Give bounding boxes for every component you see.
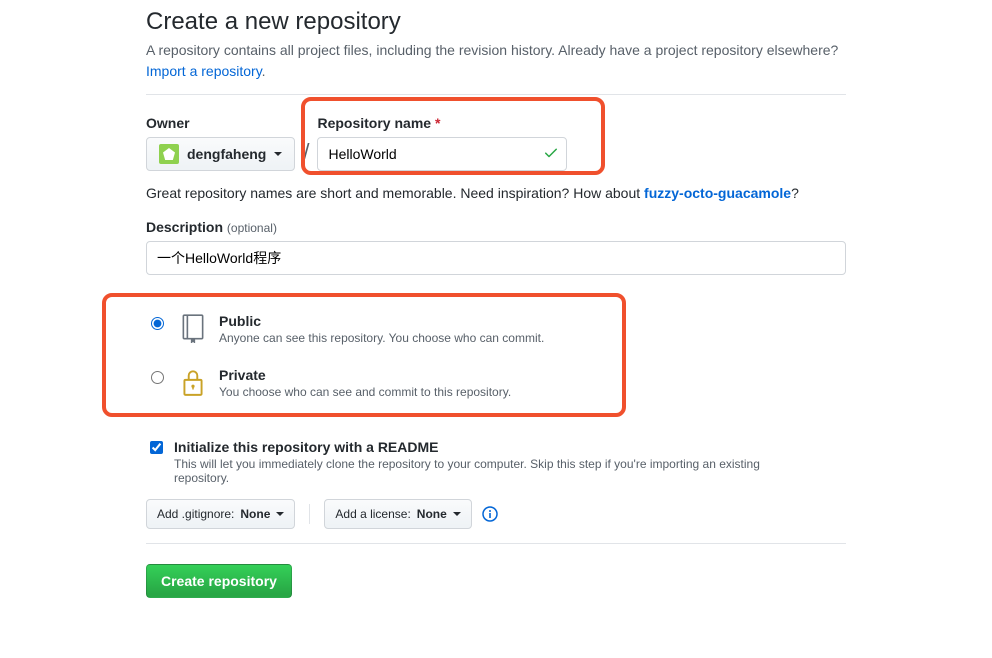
info-icon[interactable] [482,506,498,522]
license-button[interactable]: Add a license: None [324,499,471,529]
repo-name-field: Repository name * [317,115,567,171]
init-readme-sub: This will let you immediately clone the … [174,457,814,485]
owner-select-button[interactable]: dengfaheng [146,137,295,171]
visibility-private-row[interactable]: Private You choose who can see and commi… [146,361,846,415]
owner-label: Owner [146,115,295,131]
gitignore-button[interactable]: Add .gitignore: None [146,499,295,529]
init-readme-text: Initialize this repository with a README… [174,439,814,485]
owner-name-row: Owner dengfaheng / Repository name * [146,115,846,171]
gitignore-value: None [240,507,270,521]
gitignore-prefix: Add .gitignore: [157,507,234,521]
create-repo-form: Create a new repository A repository con… [146,0,846,638]
name-hint: Great repository names are short and mem… [146,185,846,201]
visibility-block: Public Anyone can see this repository. Y… [146,307,846,415]
repo-name-input-wrap [317,137,567,171]
repo-name-label: Repository name * [317,115,567,131]
required-star-icon: * [435,115,440,131]
public-text: Public Anyone can see this repository. Y… [219,313,544,345]
init-readme-checkbox[interactable] [150,441,163,454]
separator-slash: / [303,139,309,165]
visibility-public-row[interactable]: Public Anyone can see this repository. Y… [146,307,846,361]
repo-name-input[interactable] [317,137,567,171]
page-subhead: A repository contains all project files,… [146,40,846,82]
lock-icon [179,367,207,397]
divider [146,543,846,544]
optional-label: (optional) [227,221,277,235]
license-prefix: Add a license: [335,507,410,521]
suggestion-link[interactable]: fuzzy-octo-guacamole [644,185,791,201]
divider [309,504,310,524]
public-radio[interactable] [151,317,164,330]
private-radio[interactable] [151,371,164,384]
repo-icon [179,313,207,343]
private-title: Private [219,367,511,383]
init-readme-title: Initialize this repository with a README [174,439,438,455]
description-label: Description (optional) [146,219,846,235]
subhead-text: A repository contains all project files,… [146,42,838,58]
chevron-down-icon [274,152,282,156]
description-input[interactable] [146,241,846,275]
subhead-period: . [262,63,266,79]
check-icon [543,145,559,164]
description-field: Description (optional) [146,219,846,275]
chevron-down-icon [276,512,284,516]
public-sub: Anyone can see this repository. You choo… [219,331,544,345]
owner-username: dengfaheng [187,146,266,162]
options-row: Add .gitignore: None Add a license: None [146,499,846,529]
hint-prefix: Great repository names are short and mem… [146,185,644,201]
private-text: Private You choose who can see and commi… [219,367,511,399]
private-sub: You choose who can see and commit to thi… [219,385,511,399]
owner-field: Owner dengfaheng [146,115,295,171]
create-repo-button[interactable]: Create repository [146,564,292,598]
hint-suffix: ? [791,185,799,201]
chevron-down-icon [453,512,461,516]
license-value: None [417,507,447,521]
init-readme-row[interactable]: Initialize this repository with a README… [146,439,846,485]
divider [146,94,846,95]
import-repo-link[interactable]: Import a repository [146,63,262,79]
description-label-text: Description [146,219,223,235]
avatar [159,144,179,164]
repo-name-label-text: Repository name [317,115,431,131]
page-title: Create a new repository [146,8,846,36]
public-title: Public [219,313,544,329]
